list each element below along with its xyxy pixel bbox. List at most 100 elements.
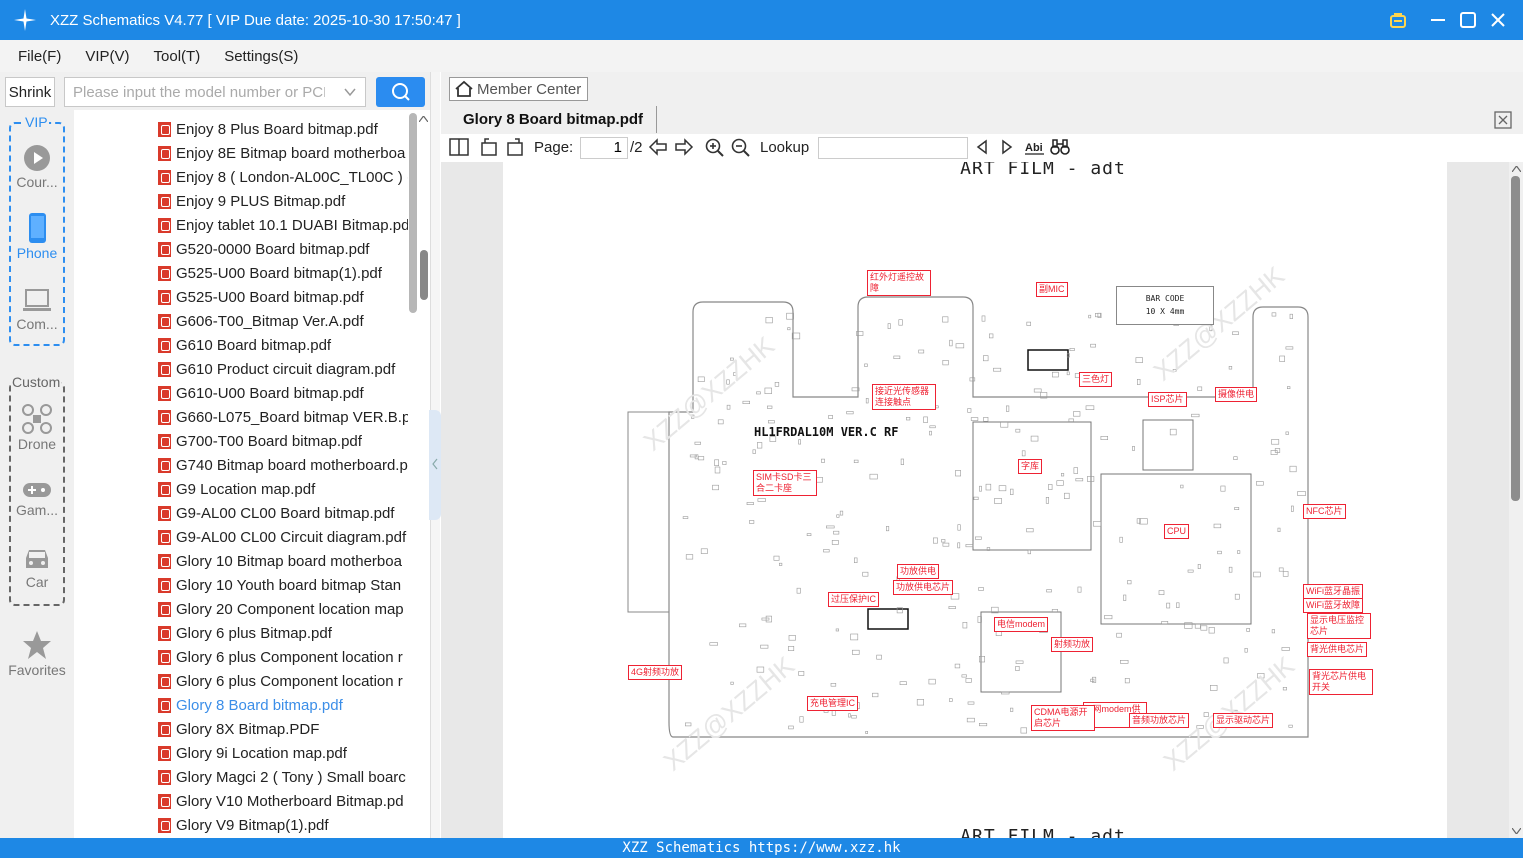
scroll-down-icon[interactable] — [1512, 828, 1521, 834]
component-pad — [983, 417, 989, 422]
component-pad — [746, 502, 754, 505]
lookup-input[interactable] — [818, 137, 968, 159]
binoculars-icon[interactable] — [1050, 138, 1070, 156]
shrink-button[interactable]: Shrink — [5, 77, 55, 107]
file-list-item[interactable]: Glory 10 Bitmap board motherboa — [158, 549, 408, 573]
file-list-item[interactable]: Enjoy 8 Plus Board bitmap.pdf — [158, 117, 408, 141]
component-label: 副MIC — [1036, 282, 1068, 297]
car-icon — [26, 550, 48, 568]
board-name: HL1FRDAL10M VER.C RF — [754, 425, 899, 439]
file-list-item[interactable]: G740 Bitmap board motherboard.p — [158, 453, 408, 477]
find-previous-icon[interactable] — [974, 139, 990, 155]
nav-item-courses[interactable]: Cour... — [0, 144, 74, 190]
pdf-page[interactable]: ART FILM - adt XZZ@XZZHK XZZ@XZZHK XZZ@XZZ… — [503, 162, 1447, 838]
close-button[interactable] — [1483, 0, 1513, 40]
file-list-scrollbar[interactable] — [416, 110, 430, 838]
vip-bag-icon[interactable] — [1383, 0, 1413, 40]
file-list-item[interactable]: Glory 20 Component location map — [158, 597, 408, 621]
match-case-icon[interactable]: Abi — [1024, 139, 1046, 155]
component-pad — [1286, 386, 1291, 390]
component-pad — [1010, 488, 1014, 496]
chevron-down-icon[interactable] — [343, 85, 357, 99]
file-list-item[interactable]: G606-T00_Bitmap Ver.A.pdf — [158, 309, 408, 333]
file-list-item[interactable]: G520-0000 Board bitmap.pdf — [158, 237, 408, 261]
file-list-item[interactable]: Glory 6 plus Component location r — [158, 669, 408, 693]
component-pad — [766, 405, 773, 409]
rotate-left-icon[interactable] — [479, 137, 499, 157]
minimize-button[interactable] — [1423, 0, 1453, 40]
component-pad — [694, 441, 701, 445]
file-list-item[interactable]: Enjoy tablet 10.1 DUABI Bitmap.pd — [158, 213, 408, 237]
maximize-button[interactable] — [1453, 0, 1483, 40]
file-list-item[interactable]: G525-U00 Board bitmap.pdf — [158, 285, 408, 309]
component-pad — [1220, 485, 1226, 492]
file-list-item[interactable]: Glory Magci 2 ( Tony ) Small boarc — [158, 765, 408, 789]
arrow-left-icon[interactable] — [648, 138, 668, 156]
component-pad — [1161, 620, 1169, 625]
scroll-up-icon[interactable] — [1512, 166, 1521, 172]
component-pad — [887, 323, 891, 329]
tab-document[interactable]: Glory 8 Board bitmap.pdf — [452, 106, 657, 133]
nav-item-favorites[interactable]: Favorites — [0, 630, 74, 678]
file-list-item[interactable]: Enjoy 8 ( London-AL00C_TL00C ) ( — [158, 165, 408, 189]
component-pad — [970, 417, 979, 421]
component-pad — [856, 331, 864, 336]
file-list-item[interactable]: Glory V9 Bitmap(1).pdf — [158, 813, 408, 837]
scroll-up-icon[interactable] — [419, 116, 428, 122]
file-list-item[interactable]: Glory 6 plus Component location r — [158, 645, 408, 669]
file-list-item[interactable]: Glory V10 Motherboard Bitmap.pd — [158, 789, 408, 813]
component-label: 接近光传感器连接触点 — [872, 384, 936, 410]
pdf-icon — [158, 409, 171, 425]
home-icon — [455, 80, 473, 97]
search-button[interactable] — [376, 77, 425, 107]
file-list-item[interactable]: G9 Location map.pdf — [158, 477, 408, 501]
component-pad — [1030, 435, 1039, 442]
nav-item-car[interactable]: Car — [0, 546, 74, 590]
file-list-scroll-thumb[interactable] — [409, 113, 417, 313]
file-list-item[interactable]: G610 Board bitmap.pdf — [158, 333, 408, 357]
component-pad — [730, 681, 734, 685]
component-pad — [761, 617, 770, 621]
file-list-item[interactable]: Glory 10 Youth board bitmap Stan — [158, 573, 408, 597]
member-center-button[interactable]: Member Center — [449, 77, 588, 101]
search-input[interactable] — [65, 78, 325, 106]
find-next-icon[interactable] — [999, 139, 1015, 155]
file-list-item[interactable]: G9-AL00 CL00 Board bitmap.pdf — [158, 501, 408, 525]
zoom-in-icon[interactable] — [705, 138, 725, 158]
file-list-item[interactable]: G525-U00 Board bitmap(1).pdf — [158, 261, 408, 285]
file-list-item[interactable]: Glory 9i Location map.pdf — [158, 741, 408, 765]
nav-item-games[interactable]: Gam... — [0, 480, 74, 518]
file-list-scroll-thumb-secondary[interactable] — [420, 250, 428, 300]
file-list-item[interactable]: Enjoy 9 PLUS Bitmap.pdf — [158, 189, 408, 213]
file-list-item[interactable]: G9-AL00 CL00 Circuit diagram.pdf — [158, 525, 408, 549]
nav-item-drone[interactable]: Drone — [0, 404, 74, 452]
title-bar: XZZ Schematics V4.77 [ VIP Due date: 202… — [0, 0, 1523, 40]
menu-settings[interactable]: Settings(S) — [224, 48, 298, 65]
file-list-item[interactable]: G660-L075_Board bitmap VER.B.pd — [158, 405, 408, 429]
menu-file[interactable]: File(F) — [18, 48, 61, 65]
two-page-view-icon[interactable] — [449, 138, 469, 156]
file-list-item[interactable]: Glory 8X Bitmap.PDF — [158, 717, 408, 741]
document-scroll-thumb[interactable] — [1511, 176, 1520, 501]
file-list-item[interactable]: G610-U00 Board bitmap.pdf — [158, 381, 408, 405]
component-pad — [1158, 590, 1165, 596]
file-list-item[interactable]: G700-T00 Board bitmap.pdf — [158, 429, 408, 453]
component-label: SIM卡SD卡三合二卡座 — [753, 470, 817, 496]
menu-vip[interactable]: VIP(V) — [85, 48, 129, 65]
file-list-item[interactable]: G610 Product circuit diagram.pdf — [158, 357, 408, 381]
close-tab-icon[interactable] — [1494, 111, 1512, 129]
file-list-item[interactable]: Enjoy 8E Bitmap board motherboa — [158, 141, 408, 165]
component-pad — [974, 536, 982, 540]
page-number-input[interactable]: 1 — [580, 137, 628, 159]
nav-item-computer[interactable]: Com... — [0, 288, 74, 332]
rotate-right-icon[interactable] — [505, 137, 525, 157]
nav-item-phone[interactable]: Phone — [0, 213, 74, 261]
component-pad — [899, 681, 907, 686]
menu-tool[interactable]: Tool(T) — [154, 48, 201, 65]
arrow-right-icon[interactable] — [674, 138, 694, 156]
file-list-item[interactable]: Glory 6 plus Bitmap.pdf — [158, 621, 408, 645]
collapse-handle[interactable] — [429, 410, 441, 520]
file-list-item[interactable]: Glory 8 Board bitmap.pdf — [158, 693, 408, 717]
component-pad — [700, 548, 708, 554]
zoom-out-icon[interactable] — [731, 138, 751, 158]
